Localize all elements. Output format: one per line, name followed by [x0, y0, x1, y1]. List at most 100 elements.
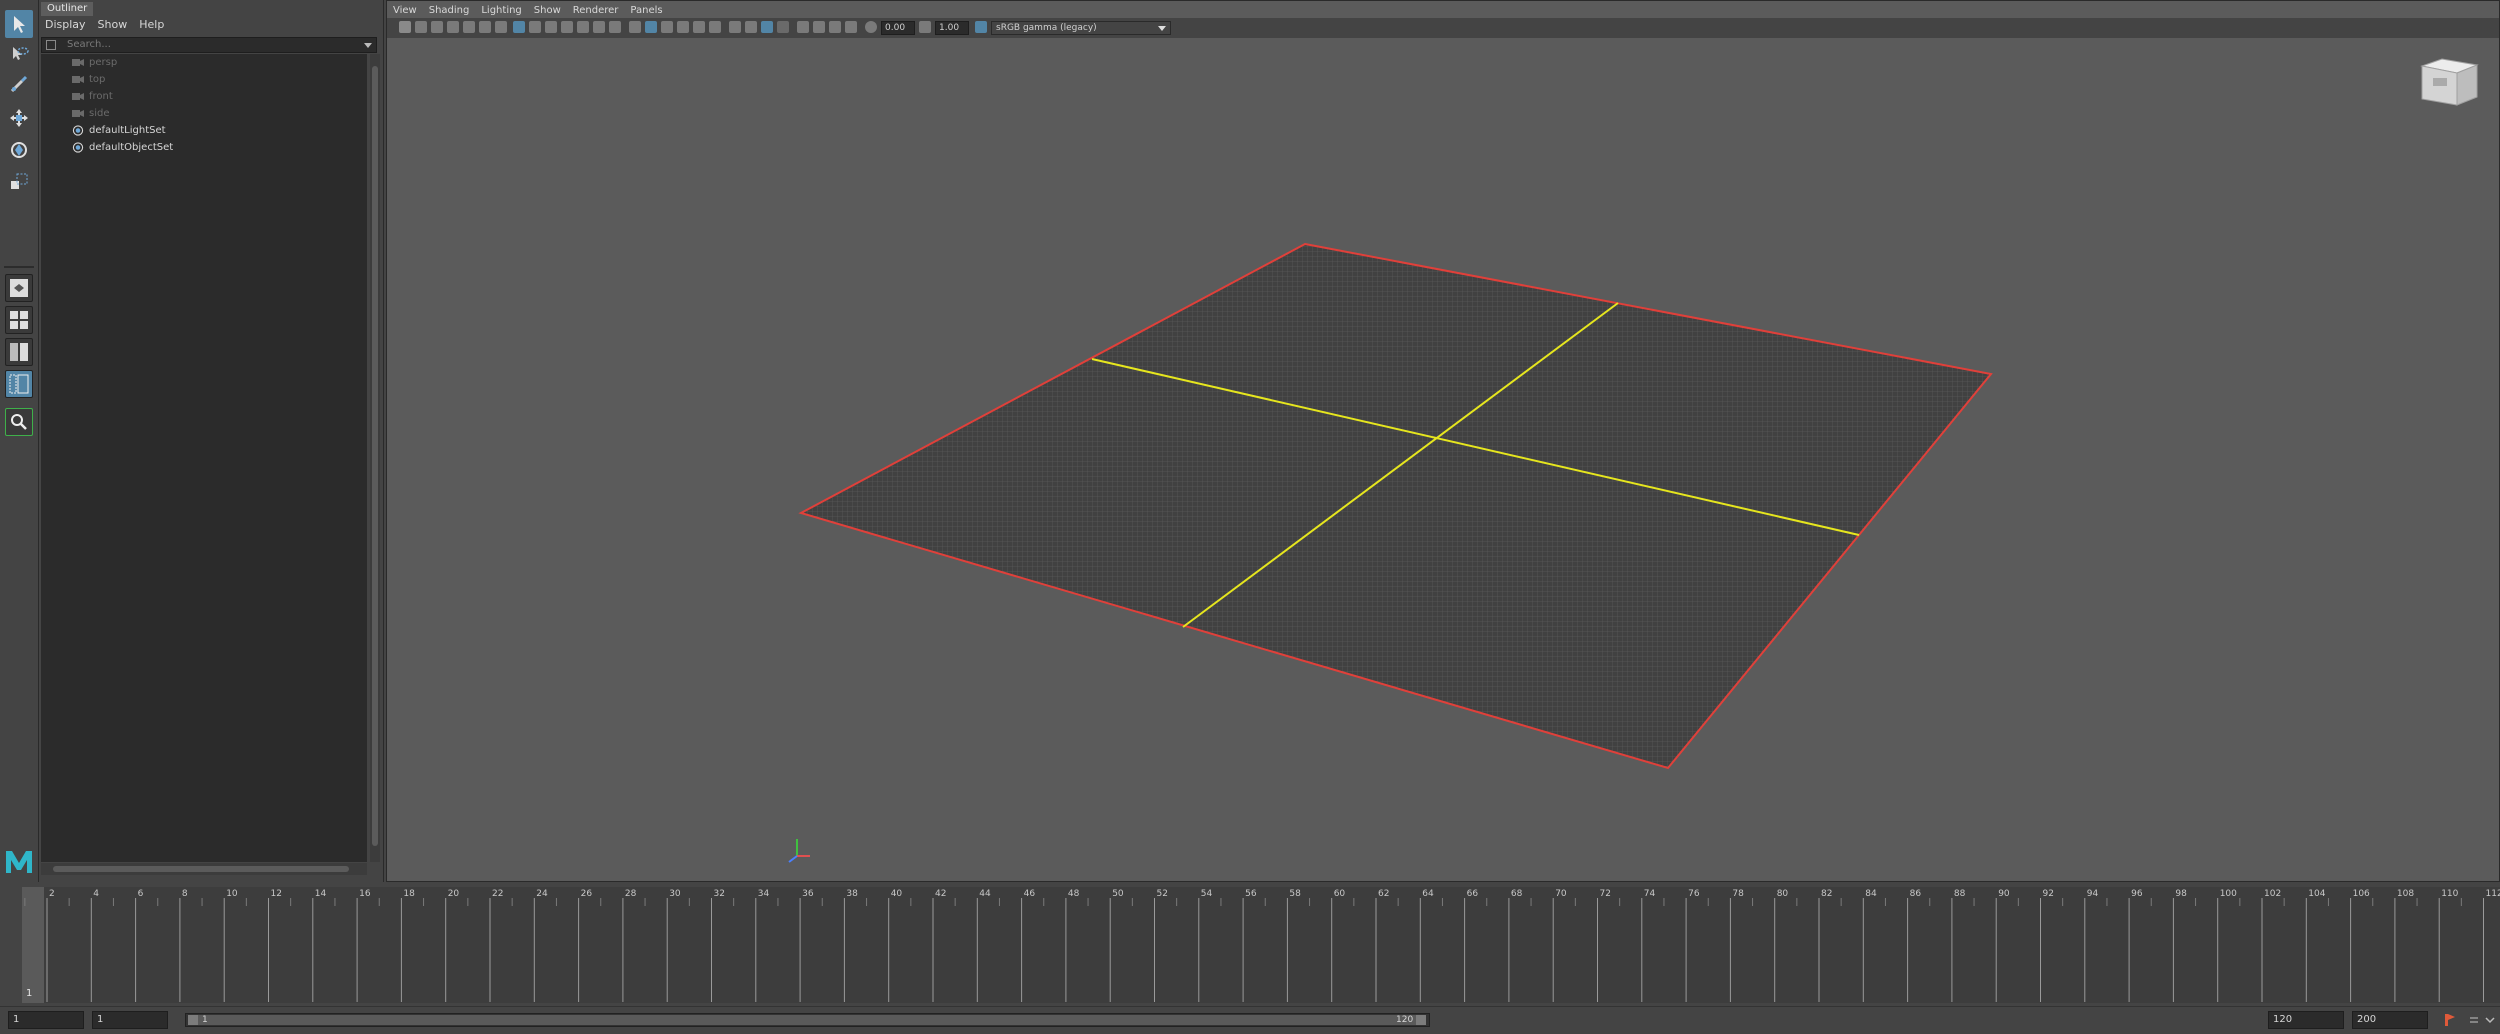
animation-end-field[interactable]: 200 — [2352, 1011, 2428, 1029]
field-chart-icon[interactable] — [577, 21, 589, 33]
outliner-item-defaultobjectset[interactable]: defaultObjectSet — [41, 139, 367, 156]
time-slider-ruler[interactable]: 2468101214161820222426283032343638404244… — [0, 884, 2500, 1006]
paint-select-tool-icon[interactable] — [5, 70, 33, 98]
xray-joints-icon[interactable] — [829, 21, 841, 33]
viewport-menu-renderer[interactable]: Renderer — [567, 3, 625, 18]
outliner-horizontal-scrollbar[interactable] — [41, 863, 367, 875]
safe-title-icon[interactable] — [609, 21, 621, 33]
exposure-icon[interactable] — [865, 21, 877, 33]
xray-icon[interactable] — [813, 21, 825, 33]
viewport-menu-show[interactable]: Show — [528, 3, 567, 18]
anti-aliasing-icon[interactable] — [761, 21, 773, 33]
camera-attributes-icon[interactable] — [415, 21, 427, 33]
2d-pan-zoom-icon[interactable] — [463, 21, 475, 33]
isolate-select-icon[interactable] — [797, 21, 809, 33]
viewport-menu-lighting[interactable]: Lighting — [475, 3, 527, 18]
select-tool-icon[interactable] — [5, 10, 33, 38]
playback-end-field[interactable]: 120 — [2268, 1011, 2344, 1029]
single-perspective-layout-icon[interactable] — [5, 274, 33, 302]
outliner-item-label: front — [89, 88, 113, 105]
axis-gizmo-icon — [789, 839, 810, 862]
range-start-handle[interactable] — [188, 1015, 198, 1025]
move-tool-icon[interactable] — [5, 104, 33, 132]
time-slider[interactable]: 2468101214161820222426283032343638404244… — [0, 884, 2500, 1006]
timeline-tick-label: 84 — [1865, 889, 1877, 899]
scrollbar-thumb[interactable] — [372, 66, 378, 846]
auto-key-icon[interactable] — [2442, 1012, 2458, 1028]
settings-icon[interactable] — [2466, 1012, 2482, 1028]
view-cube-icon[interactable] — [2422, 59, 2477, 105]
viewport-scene[interactable] — [387, 38, 2499, 881]
lasso-tool-icon[interactable] — [5, 40, 33, 68]
range-end-handle[interactable] — [1416, 1015, 1426, 1025]
camera-icon — [72, 91, 84, 102]
gamma-icon[interactable] — [919, 21, 931, 33]
two-view-layout-icon[interactable] — [5, 338, 33, 366]
timeline-tick-label: 20 — [448, 889, 460, 899]
outliner-persp-layout-icon[interactable] — [5, 370, 33, 398]
wireframe-icon[interactable] — [629, 21, 641, 33]
outliner-item-top[interactable]: top — [41, 71, 367, 88]
timeline-tick-label: 12 — [271, 889, 282, 899]
playback-start-field[interactable]: 1 — [92, 1011, 168, 1029]
view-transform-value: sRGB gamma (legacy) — [996, 23, 1097, 33]
timeline-tick-label: 92 — [2043, 889, 2054, 899]
outliner-item-side[interactable]: side — [41, 105, 367, 122]
grid-toggle-icon[interactable] — [495, 21, 507, 33]
chevron-down-icon[interactable] — [364, 43, 372, 48]
outliner-menu-show[interactable]: Show — [92, 16, 134, 34]
screen-space-ao-icon[interactable] — [729, 21, 741, 33]
camera-icon — [72, 108, 84, 119]
textured-icon[interactable] — [677, 21, 689, 33]
outliner-vertical-scrollbar[interactable] — [370, 54, 380, 862]
animation-start-field[interactable]: 1 — [8, 1011, 84, 1029]
outliner-item-front[interactable]: front — [41, 88, 367, 105]
chevron-down-icon — [1158, 26, 1166, 31]
color-management-icon[interactable] — [975, 21, 987, 33]
safe-action-icon[interactable] — [593, 21, 605, 33]
rotate-tool-icon[interactable] — [5, 136, 33, 164]
motion-blur-icon[interactable] — [745, 21, 757, 33]
chevron-down-icon[interactable] — [2482, 1012, 2498, 1028]
outliner-tab[interactable]: Outliner — [41, 2, 93, 16]
viewport-menu-shading[interactable]: Shading — [423, 3, 476, 18]
gamma-field[interactable]: 1.00 — [935, 21, 969, 35]
grid-icon[interactable] — [513, 21, 525, 33]
view-transform-dropdown[interactable]: sRGB gamma (legacy) — [991, 21, 1171, 35]
shadows-icon[interactable] — [709, 21, 721, 33]
search-icon[interactable] — [5, 408, 33, 436]
default-material-icon[interactable] — [661, 21, 673, 33]
timeline-tick-label: 66 — [1467, 889, 1479, 899]
outliner-item-label: persp — [89, 54, 117, 71]
timeline-tick-label: 58 — [1289, 889, 1301, 899]
outliner-search-field[interactable]: Search... — [41, 37, 377, 53]
exposure-field[interactable]: 0.00 — [881, 21, 915, 35]
perspective-viewport[interactable]: View Shading Lighting Show Renderer Pane… — [386, 0, 2500, 882]
scrollbar-thumb[interactable] — [53, 866, 349, 872]
depth-of-field-icon[interactable] — [777, 21, 789, 33]
smooth-shade-icon[interactable] — [645, 21, 657, 33]
image-plane-icon[interactable] — [447, 21, 459, 33]
timeline-tick-label: 36 — [802, 889, 814, 899]
outliner-menu-display[interactable]: Display — [39, 16, 92, 34]
range-slider-bar-fill[interactable] — [188, 1015, 1426, 1025]
viewport-menu-panels[interactable]: Panels — [624, 3, 668, 18]
current-frame-label: 1 — [26, 988, 32, 999]
scale-tool-icon[interactable] — [5, 168, 33, 196]
xray-active-components-icon[interactable] — [845, 21, 857, 33]
use-all-lights-icon[interactable] — [693, 21, 705, 33]
range-slider[interactable]: 1 120 — [185, 1013, 1430, 1027]
outliner-item-persp[interactable]: persp — [41, 54, 367, 71]
filter-icon[interactable] — [46, 40, 56, 50]
film-gate-icon[interactable] — [529, 21, 541, 33]
gate-mask-icon[interactable] — [561, 21, 573, 33]
grease-pencil-icon[interactable] — [479, 21, 491, 33]
four-view-layout-icon[interactable] — [5, 306, 33, 334]
resolution-gate-icon[interactable] — [545, 21, 557, 33]
camera-select-icon[interactable] — [399, 21, 411, 33]
bookmark-icon[interactable] — [431, 21, 443, 33]
timeline-tick-label: 70 — [1555, 889, 1567, 899]
outliner-item-defaultlightset[interactable]: defaultLightSet — [41, 122, 367, 139]
outliner-menu-help[interactable]: Help — [133, 16, 170, 34]
viewport-menu-view[interactable]: View — [387, 3, 423, 18]
